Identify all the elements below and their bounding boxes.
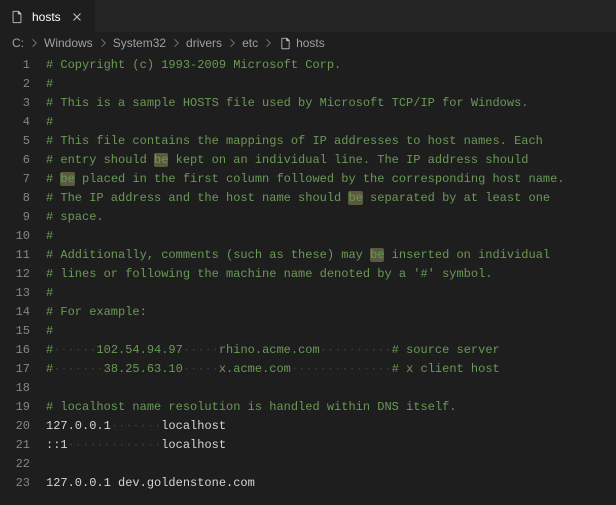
line-number: 23 [0,474,30,493]
code-line[interactable]: 127.0.0.1 dev.goldenstone.com [46,474,616,493]
line-number: 13 [0,284,30,303]
code-line[interactable]: # lines or following the machine name de… [46,265,616,284]
line-number: 16 [0,341,30,360]
line-number: 7 [0,170,30,189]
code-line[interactable]: # Additionally, comments (such as these)… [46,246,616,265]
code-line[interactable]: # For example: [46,303,616,322]
breadcrumb-segment[interactable]: drivers [186,36,222,50]
line-number: 14 [0,303,30,322]
breadcrumb-file[interactable]: hosts [296,36,325,50]
line-number: 5 [0,132,30,151]
line-number: 11 [0,246,30,265]
chevron-right-icon [97,37,109,49]
code-line[interactable]: 127.0.0.1·······localhost [46,417,616,436]
code-line[interactable]: #······102.54.94.97·····rhino.acme.com··… [46,341,616,360]
code-line[interactable]: # space. [46,208,616,227]
chevron-right-icon [170,37,182,49]
tab-hosts[interactable]: hosts [0,0,95,32]
chevron-right-icon [28,37,40,49]
line-number: 9 [0,208,30,227]
tab-title: hosts [32,10,61,24]
code-line[interactable]: # [46,322,616,341]
code-line[interactable] [46,455,616,474]
breadcrumb-segment[interactable]: C: [12,36,24,50]
close-icon[interactable] [69,9,85,25]
code-line[interactable]: # This file contains the mappings of IP … [46,132,616,151]
tab-bar: hosts [0,0,616,32]
line-number: 4 [0,113,30,132]
chevron-right-icon [262,37,274,49]
editor[interactable]: 1234567891011121314151617181920212223 # … [0,54,616,505]
line-number: 12 [0,265,30,284]
line-number-gutter: 1234567891011121314151617181920212223 [0,54,46,505]
line-number: 6 [0,151,30,170]
code-line[interactable]: #·······38.25.63.10·····x.acme.com······… [46,360,616,379]
line-number: 17 [0,360,30,379]
chevron-right-icon [226,37,238,49]
breadcrumb-segment[interactable]: etc [242,36,258,50]
line-number: 2 [0,75,30,94]
line-number: 15 [0,322,30,341]
breadcrumb-segment[interactable]: Windows [44,36,93,50]
code-content[interactable]: # Copyright (c) 1993-2009 Microsoft Corp… [46,54,616,505]
code-line[interactable]: # [46,113,616,132]
line-number: 19 [0,398,30,417]
line-number: 20 [0,417,30,436]
breadcrumb-segment[interactable]: System32 [113,36,166,50]
line-number: 8 [0,189,30,208]
code-line[interactable]: # [46,284,616,303]
code-line[interactable]: # This is a sample HOSTS file used by Mi… [46,94,616,113]
line-number: 3 [0,94,30,113]
line-number: 18 [0,379,30,398]
code-line[interactable]: # localhost name resolution is handled w… [46,398,616,417]
line-number: 21 [0,436,30,455]
file-icon [278,36,292,50]
code-line[interactable]: ::1·············localhost [46,436,616,455]
code-line[interactable]: # entry should be kept on an individual … [46,151,616,170]
code-line[interactable]: # [46,75,616,94]
breadcrumb[interactable]: C: Windows System32 drivers etc hosts [0,32,616,54]
code-line[interactable]: # The IP address and the host name shoul… [46,189,616,208]
code-line[interactable]: # be placed in the first column followed… [46,170,616,189]
line-number: 22 [0,455,30,474]
line-number: 1 [0,56,30,75]
code-line[interactable]: # Copyright (c) 1993-2009 Microsoft Corp… [46,56,616,75]
line-number: 10 [0,227,30,246]
file-icon [10,10,24,24]
code-line[interactable]: # [46,227,616,246]
code-line[interactable] [46,379,616,398]
